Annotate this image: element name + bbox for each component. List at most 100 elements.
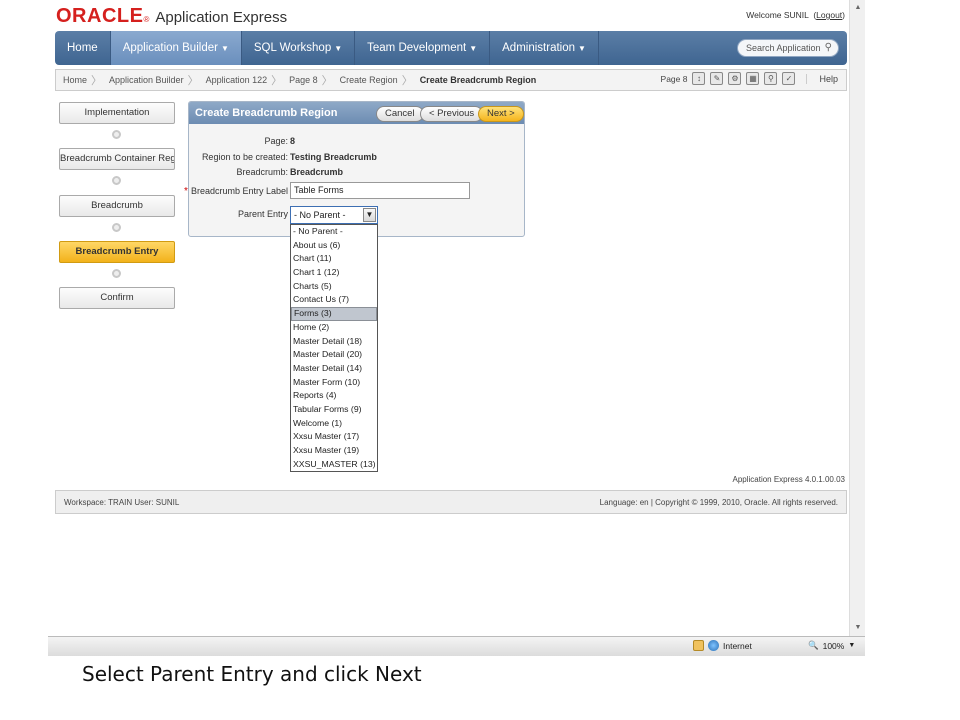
step-connector-icon — [112, 176, 121, 185]
workspace-info: Workspace: TRAIN User: SUNIL — [64, 497, 180, 507]
page-number-label: Page 8 — [660, 73, 688, 84]
step-connector-icon — [112, 223, 121, 232]
step-connector-icon — [112, 130, 121, 139]
caret-down-icon: ▼ — [334, 43, 343, 53]
parent-entry-option[interactable]: Home (2) — [291, 321, 377, 335]
parent-entry-select[interactable]: - No Parent - ▼ — [290, 206, 378, 224]
region-title: Create Breadcrumb Region — [195, 107, 338, 119]
zoom-control[interactable]: 🔍 100% ▼ — [808, 640, 855, 651]
required-icon: * — [184, 186, 188, 197]
breadcrumb-entry-label-input[interactable]: Table Forms — [290, 182, 470, 199]
region-to-be-created-label: Region to be created: — [201, 152, 288, 162]
cancel-button[interactable]: Cancel — [376, 106, 424, 122]
breadcrumb-label: Breadcrumb: — [236, 167, 288, 177]
gear-icon[interactable]: ⚙ — [728, 72, 742, 85]
oracle-apex-logo[interactable]: ORACLE ® Application Express — [56, 5, 287, 29]
parent-entry-option[interactable]: Xxsu Master (19) — [291, 444, 377, 458]
parent-entry-option[interactable]: Xxsu Master (17) — [291, 430, 377, 444]
apex-version: Application Express 4.0.1.00.03 — [732, 475, 845, 484]
tab-label: Team Development — [367, 42, 467, 54]
caret-down-icon: ▼ — [220, 43, 229, 53]
chevron-right-icon: 〉 — [187, 75, 199, 87]
breadcrumb-create-region[interactable]: Create Region — [333, 75, 402, 85]
breadcrumb-home[interactable]: Home — [56, 75, 91, 85]
next-button[interactable]: Next > — [478, 106, 524, 122]
tab-sql-workshop[interactable]: SQL Workshop ▼ — [242, 31, 356, 65]
search-icon[interactable]: ⚲ — [825, 42, 832, 53]
breadcrumb-current: Create Breadcrumb Region — [419, 75, 537, 85]
parent-entry-option[interactable]: Welcome (1) — [291, 417, 377, 431]
entry-label-text: Breadcrumb Entry Label — [190, 186, 288, 196]
parent-entry-option[interactable]: Master Detail (18) — [291, 335, 377, 349]
chevron-right-icon: 〉 — [271, 75, 283, 87]
chevron-down-icon[interactable]: ▼ — [848, 642, 855, 649]
parent-entry-option[interactable]: Contact Us (7) — [291, 293, 377, 307]
parent-entry-option[interactable]: Master Detail (20) — [291, 348, 377, 362]
caret-down-icon: ▼ — [469, 43, 478, 53]
parent-entry-option[interactable]: Reports (4) — [291, 389, 377, 403]
breadcrumb-application-builder[interactable]: Application Builder — [102, 75, 188, 85]
scroll-up-icon[interactable]: ▲ — [852, 2, 864, 14]
parent-entry-option[interactable]: Chart 1 (12) — [291, 266, 377, 280]
edit-icon[interactable]: ✎ — [710, 72, 724, 85]
tab-team-development[interactable]: Team Development ▼ — [355, 31, 491, 65]
check-icon[interactable]: ✓ — [782, 72, 796, 85]
parent-entry-option[interactable]: Tabular Forms (9) — [291, 403, 377, 417]
page-selector-icon[interactable]: ↕ — [692, 72, 706, 85]
parent-entry-option[interactable]: Chart (11) — [291, 252, 377, 266]
globe-icon — [708, 640, 719, 651]
product-name: Application Express — [155, 9, 288, 26]
page-toolbar: Page 8 ↕ ✎ ⚙ ▦ ⚲ ✓ Help — [661, 72, 838, 85]
security-zone[interactable]: Internet — [693, 640, 752, 651]
parent-entry-option[interactable]: Master Detail (14) — [291, 362, 377, 376]
breadcrumb-page[interactable]: Page 8 — [282, 75, 322, 85]
parent-entry-option[interactable]: About us (6) — [291, 239, 377, 253]
welcome-text: Welcome SUNIL — [746, 10, 809, 20]
wizard-step-container-region: Breadcrumb Container Region — [59, 148, 175, 170]
slide-caption: Select Parent Entry and click Next — [82, 662, 422, 686]
search-application-input[interactable]: Search Application ⚲ — [737, 39, 839, 57]
vertical-scrollbar[interactable]: ▲ ▼ — [849, 0, 865, 636]
page-label: Page: — [264, 136, 288, 146]
help-link[interactable]: Help — [806, 73, 838, 84]
parent-entry-option[interactable]: Master Form (10) — [291, 376, 377, 390]
wizard-step-breadcrumb: Breadcrumb — [59, 195, 175, 217]
parent-entry-label: Parent Entry — [237, 209, 288, 219]
parent-entry-option[interactable]: - No Parent - — [291, 225, 377, 239]
search-icon[interactable]: ⚲ — [764, 72, 778, 85]
wizard-step-implementation: Implementation — [59, 102, 175, 124]
brand-name: ORACLE — [56, 5, 144, 27]
zoom-icon: 🔍 — [808, 640, 819, 650]
parent-entry-dropdown-list[interactable]: - No Parent - About us (6) Chart (11) Chart… — [290, 224, 378, 472]
tab-administration[interactable]: Administration ▼ — [490, 31, 599, 65]
previous-button[interactable]: < Previous — [420, 106, 484, 122]
breadcrumb-application[interactable]: Application 122 — [199, 75, 272, 85]
parent-entry-option[interactable]: XXSU_MASTER (13) — [291, 458, 377, 472]
lock-icon — [693, 640, 704, 651]
brand-mark: ® — [143, 15, 150, 24]
search-placeholder: Search Application — [746, 43, 821, 53]
logout-link[interactable]: Logout — [816, 10, 842, 20]
tab-label: SQL Workshop — [253, 42, 332, 54]
welcome-area: Welcome SUNIL (Logout) — [746, 10, 845, 20]
breadcrumb-value: Breadcrumb — [290, 167, 344, 177]
tab-application-builder[interactable]: Application Builder ▼ — [110, 31, 242, 65]
tab-home[interactable]: Home — [55, 31, 111, 65]
shared-components-icon[interactable]: ▦ — [746, 72, 760, 85]
chevron-down-icon[interactable]: ▼ — [363, 208, 376, 222]
copyright-text: Language: en | Copyright © 1999, 2010, O… — [599, 497, 838, 507]
step-connector-icon — [112, 269, 121, 278]
top-navigation: Home Application Builder ▼ SQL Workshop … — [55, 31, 847, 65]
wizard-step-breadcrumb-entry: Breadcrumb Entry — [59, 241, 175, 263]
region-to-be-created-value: Testing Breadcrumb — [290, 152, 377, 162]
chevron-right-icon: 〉 — [91, 75, 103, 87]
parent-entry-selected-value: - No Parent - — [294, 210, 346, 220]
chevron-right-icon: 〉 — [321, 75, 333, 87]
scroll-down-icon[interactable]: ▼ — [852, 622, 864, 634]
parent-entry-option[interactable]: Forms (3) — [291, 307, 377, 321]
parent-entry-option[interactable]: Charts (5) — [291, 280, 377, 294]
browser-content: ORACLE ® Application Express Welcome SUN… — [0, 0, 865, 655]
tab-label: Administration — [502, 42, 576, 54]
tab-label: Application Builder — [122, 42, 218, 54]
zone-label: Internet — [723, 640, 752, 651]
